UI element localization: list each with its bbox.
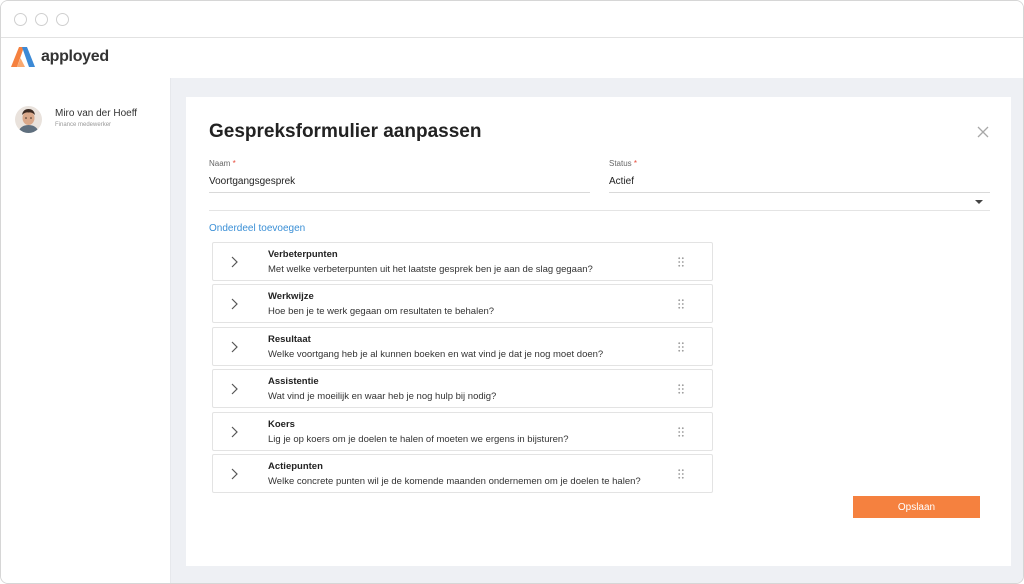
chevron-right-icon[interactable] [228, 468, 240, 480]
browser-window: apployed Miro van der Hoeff Finance mede… [0, 0, 1024, 584]
close-icon[interactable] [977, 126, 989, 138]
save-button[interactable]: Opslaan [853, 496, 980, 518]
section-question: Welke voortgang heb je al kunnen boeken … [268, 348, 604, 360]
status-field-underline [609, 192, 990, 193]
apployed-logo-icon[interactable] [11, 47, 35, 67]
caret-down-icon[interactable] [975, 200, 983, 204]
drag-handle-icon[interactable] [678, 426, 684, 437]
chevron-right-icon[interactable] [228, 341, 240, 353]
section-title: Actiepunten [268, 460, 323, 472]
status-label-text: Status [609, 159, 632, 168]
drag-handle-icon[interactable] [678, 342, 684, 352]
app-header: apployed [1, 38, 1023, 78]
section-title: Assistentie [268, 376, 319, 388]
section-title: Resultaat [268, 333, 311, 345]
name-field-underline [209, 192, 590, 193]
section-question: Lig je op koers om je doelen te halen of… [268, 433, 569, 445]
section-title: Werkwijze [268, 291, 314, 303]
drag-handle-icon[interactable] [678, 469, 684, 479]
form-divider [209, 210, 990, 211]
brand-name: apployed [41, 48, 109, 65]
name-field-label: Naam * [209, 159, 236, 168]
section-question: Met welke verbeterpunten uit het laatste… [268, 264, 593, 275]
add-section-link[interactable]: Onderdeel toevoegen [209, 223, 305, 234]
section-item[interactable]: Werkwijze Hoe ben je te werk gegaan om r… [212, 284, 713, 324]
section-item[interactable]: Actiepunten Welke concrete punten wil je… [212, 453, 713, 493]
name-label-text: Naam [209, 159, 231, 168]
window-control-close[interactable] [14, 13, 27, 26]
section-question: Wat vind je moeilijk en waar heb je nog … [268, 391, 497, 403]
user-name: Miro van der Hoeff [55, 108, 138, 119]
section-item[interactable]: Assistentie Wat vind je moeilijk en waar… [212, 369, 713, 409]
status-select[interactable]: Actief [609, 176, 634, 187]
section-item[interactable]: Koers Lig je op koers om je doelen te ha… [212, 411, 713, 451]
section-list: Verbeterpunten Met welke verbeterpunten … [212, 242, 713, 496]
required-mark: * [633, 159, 638, 168]
status-field-label: Status * [609, 159, 637, 168]
page-title: Gespreksformulier aanpassen [209, 121, 482, 142]
chevron-right-icon[interactable] [228, 256, 240, 268]
section-title: Verbeterpunten [268, 249, 338, 260]
user-avatar[interactable] [15, 106, 42, 133]
window-control-minimize[interactable] [35, 13, 48, 26]
user-role: Finance medewerker [55, 122, 112, 128]
section-question: Hoe ben je te werk gegaan om resultaten … [268, 306, 495, 318]
window-control-maximize[interactable] [56, 13, 69, 26]
section-title: Koers [268, 418, 295, 430]
chevron-right-icon[interactable] [228, 426, 240, 438]
section-item[interactable]: Verbeterpunten Met welke verbeterpunten … [212, 242, 713, 281]
required-mark: * [232, 159, 236, 168]
drag-handle-icon[interactable] [678, 299, 684, 310]
drag-handle-icon[interactable] [678, 384, 684, 394]
drag-handle-icon[interactable] [678, 257, 684, 267]
name-field[interactable]: Voortgangsgesprek [209, 176, 295, 187]
edit-form-panel: Gespreksformulier aanpassen Naam * Voort… [186, 97, 1011, 566]
app-content: Miro van der Hoeff Finance medewerker Ge… [1, 78, 1023, 583]
section-question: Welke concrete punten wil je de komende … [268, 475, 641, 487]
chevron-right-icon[interactable] [228, 298, 240, 310]
chevron-right-icon[interactable] [228, 383, 240, 395]
sidebar: Miro van der Hoeff Finance medewerker [1, 78, 171, 583]
window-titlebar [1, 1, 1023, 38]
section-item[interactable]: Resultaat Welke voortgang heb je al kunn… [212, 326, 713, 366]
